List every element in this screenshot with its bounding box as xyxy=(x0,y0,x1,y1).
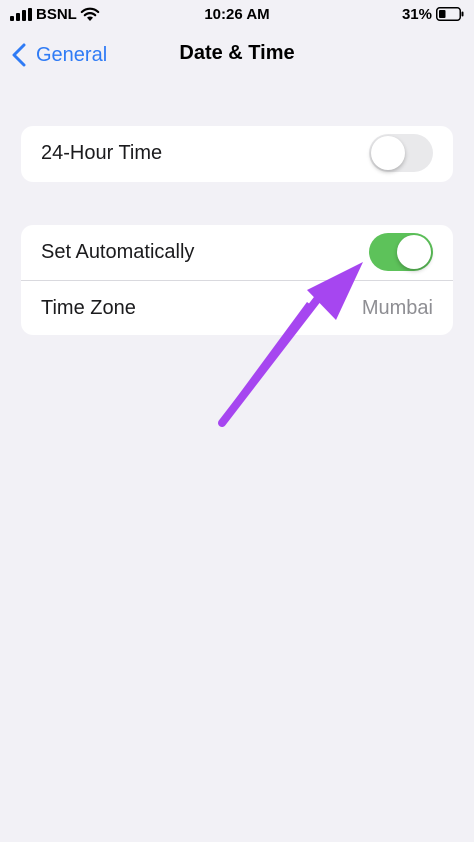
time-zone-row[interactable]: Time Zone Mumbai xyxy=(21,280,453,335)
set-automatically-label: Set Automatically xyxy=(41,241,195,263)
toggle-knob xyxy=(371,136,405,170)
set-automatically-row: Set Automatically xyxy=(21,225,453,280)
navigation-bar: General Date & Time xyxy=(0,34,474,74)
set-automatically-toggle[interactable] xyxy=(369,233,433,271)
time-zone-label: Time Zone xyxy=(41,296,136,319)
hour24-toggle[interactable] xyxy=(369,134,433,172)
time-zone-value: Mumbai xyxy=(361,296,433,319)
hour24-row: 24-Hour Time xyxy=(21,126,453,181)
date-time-settings-screen: BSNL 10:26 AM 31% General Date & Time 24… xyxy=(0,0,474,842)
automatic-time-group: Set Automatically Time Zone Mumbai xyxy=(21,225,453,335)
hour-format-group: 24-Hour Time xyxy=(21,126,453,182)
battery-icon xyxy=(436,7,464,21)
battery-percentage: 31% xyxy=(401,6,432,23)
toggle-knob xyxy=(397,235,431,269)
status-bar: BSNL 10:26 AM 31% xyxy=(0,0,474,30)
page-title: Date & Time xyxy=(179,42,295,64)
hour24-label: 24-Hour Time xyxy=(41,142,163,164)
